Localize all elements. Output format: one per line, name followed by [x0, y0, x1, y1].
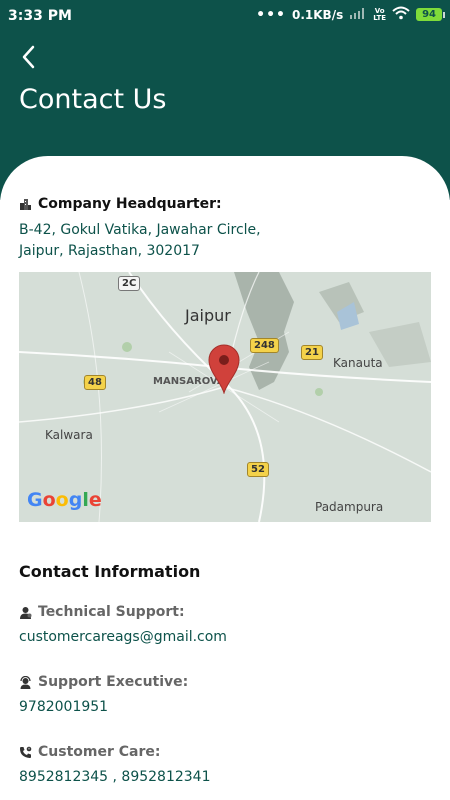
status-time: 3:33 PM — [8, 8, 72, 24]
map-pin-icon[interactable] — [207, 344, 241, 394]
customer-care-label: Customer Care: — [38, 744, 161, 760]
headset-agent-icon — [20, 675, 31, 689]
customer-care-phones[interactable]: 8952812345 , 8952812341 — [19, 769, 211, 785]
network-speed: 0.1KB/s — [291, 7, 344, 22]
wifi-icon — [392, 6, 410, 23]
map-label-jaipur: Jaipur — [185, 306, 231, 325]
headquarter-address: B-42, Gokul Vatika, Jawahar Circle, Jaip… — [19, 220, 319, 262]
chevron-left-icon — [22, 45, 35, 69]
back-button[interactable] — [14, 40, 42, 74]
road-shield-48: 48 — [84, 375, 106, 390]
phone-care-icon — [20, 746, 32, 758]
map-label-padampura: Padampura — [315, 500, 384, 514]
technical-support-label: Technical Support: — [38, 604, 185, 620]
headquarter-title: Company Headquarter: — [38, 196, 222, 212]
support-executive-block: Support Executive: 9782001951 — [19, 674, 188, 715]
address-line-1: B-42, Gokul Vatika, Jawahar Circle, — [19, 222, 261, 238]
status-indicators: ••• 0.1KB/s Vo LTE 94 — [256, 6, 445, 23]
page-title: Contact Us — [19, 84, 167, 115]
location-map[interactable]: Jaipur MANSAROVA Kalwara Kanauta Padampu… — [19, 272, 431, 522]
volte-bottom: LTE — [373, 13, 387, 22]
more-dots: ••• — [256, 6, 286, 23]
customer-care-heading: Customer Care: — [19, 744, 211, 760]
battery-indicator: 94 — [416, 8, 445, 21]
contact-info-title: Contact Information — [19, 562, 201, 581]
signal-icon — [349, 7, 367, 22]
map-label-kalwara: Kalwara — [45, 428, 93, 442]
building-icon — [20, 198, 31, 210]
road-shield-248: 248 — [250, 338, 279, 353]
user-support-icon — [20, 606, 32, 619]
google-attribution: Google — [27, 489, 102, 511]
customer-care-block: Customer Care: 8952812345 , 8952812341 — [19, 744, 211, 785]
road-shield-2c: 2C — [118, 276, 141, 291]
support-executive-label: Support Executive: — [38, 674, 189, 690]
road-shield-52: 52 — [247, 462, 269, 477]
technical-support-heading: Technical Support: — [19, 604, 227, 620]
support-executive-phone[interactable]: 9782001951 — [19, 699, 188, 715]
support-executive-heading: Support Executive: — [19, 674, 188, 690]
headquarter-heading: Company Headquarter: — [19, 196, 222, 212]
road-shield-21: 21 — [301, 345, 323, 360]
map-label-kanauta: Kanauta — [333, 356, 383, 370]
technical-support-block: Technical Support: customercareags@gmail… — [19, 604, 227, 645]
address-line-2: Jaipur, Rajasthan, 302017 — [19, 243, 200, 259]
volte-icon: Vo LTE — [373, 7, 387, 22]
status-bar: 3:33 PM ••• 0.1KB/s Vo LTE 94 — [0, 0, 450, 34]
technical-support-email[interactable]: customercareags@gmail.com — [19, 629, 227, 645]
